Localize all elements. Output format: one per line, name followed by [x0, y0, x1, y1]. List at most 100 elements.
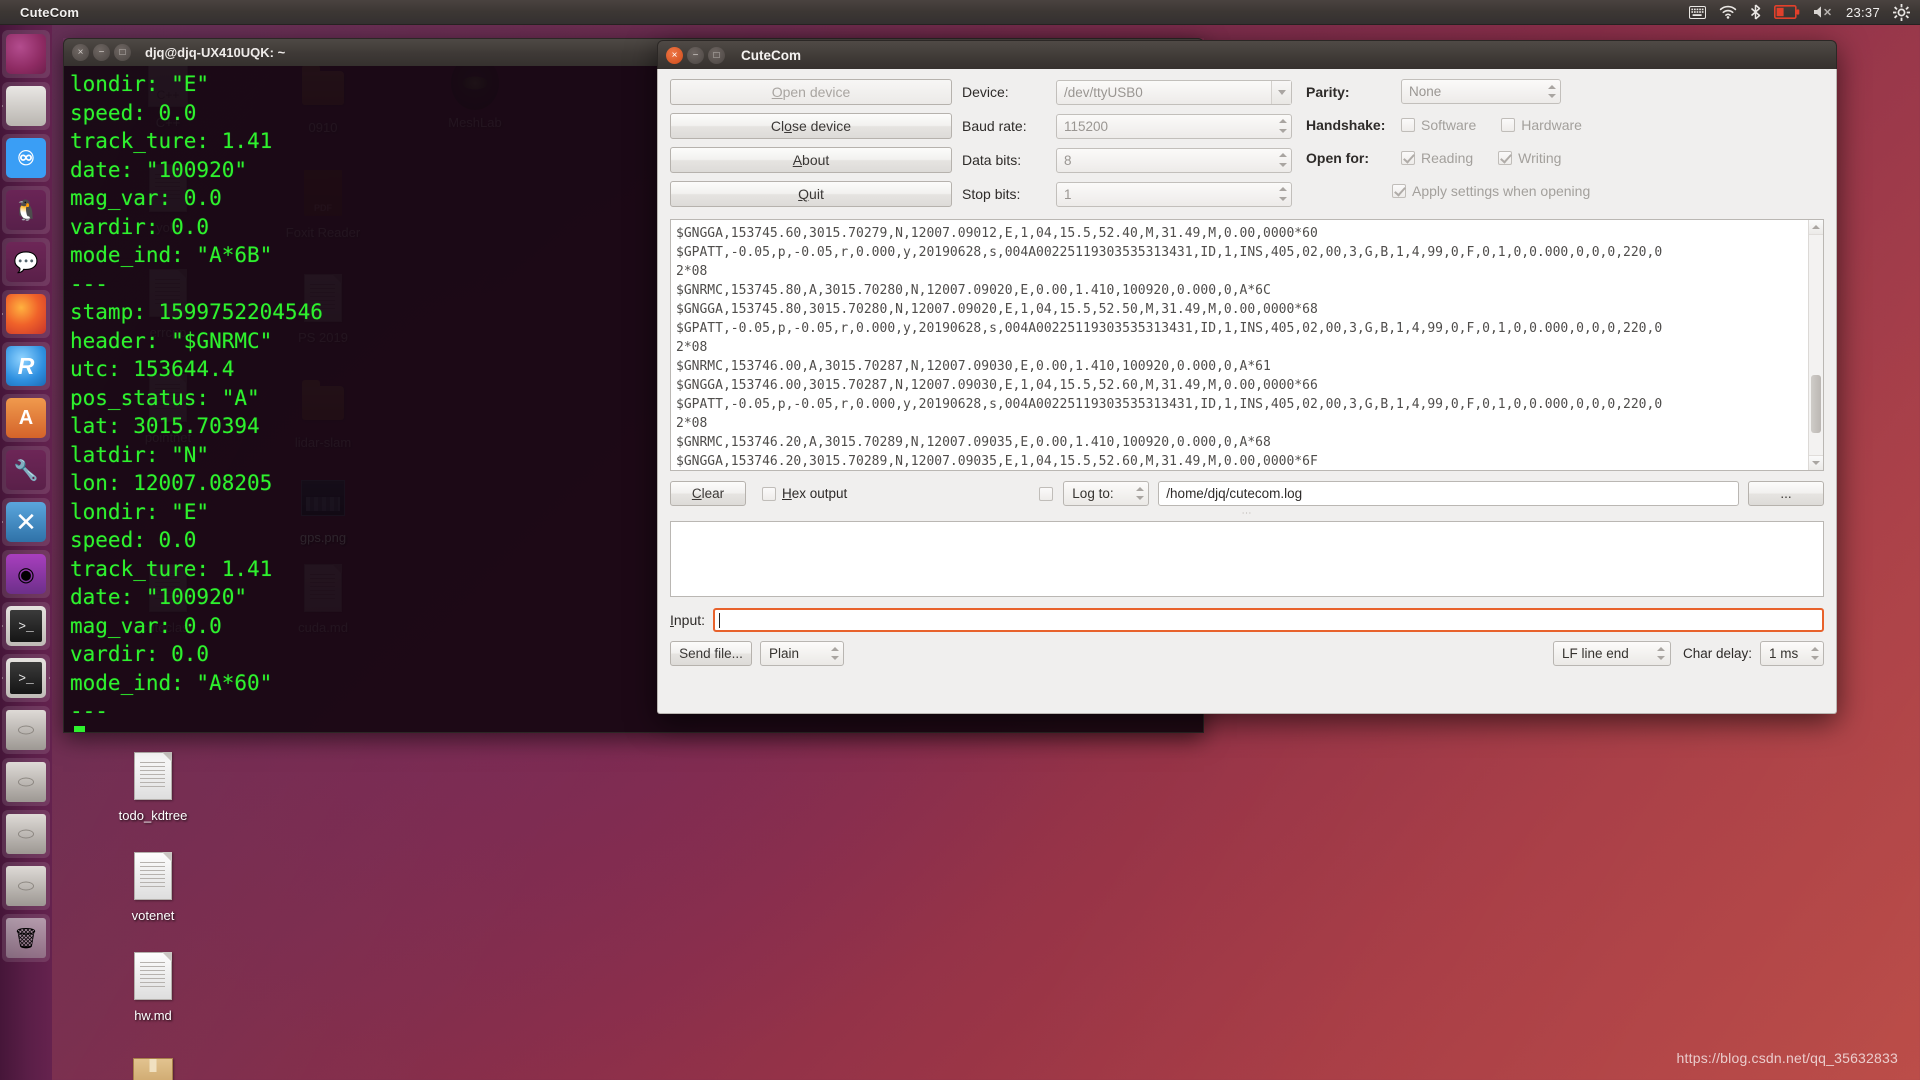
format-combo[interactable]: Plain — [760, 641, 844, 666]
handshake-hardware-checkbox[interactable]: Hardware — [1501, 117, 1582, 133]
baud-rate-row: Baud rate: 115200 — [962, 113, 1292, 139]
char-delay-combo[interactable]: 1 ms — [1760, 641, 1824, 666]
disk-drive-icon — [6, 710, 46, 750]
icon-glyph — [129, 748, 177, 804]
checkbox-checked-icon[interactable] — [1392, 183, 1406, 198]
launcher-item-ubuntu-dash[interactable] — [2, 30, 50, 78]
launcher-item-disk-2[interactable] — [2, 758, 50, 806]
volume-muted-icon[interactable] — [1813, 5, 1833, 19]
qq-penguin-icon: 🐧 — [6, 190, 46, 230]
icon-glyph — [129, 848, 177, 904]
launcher-item-ubuntu-software[interactable]: A — [2, 394, 50, 442]
spinner-icon[interactable] — [1276, 151, 1289, 170]
battery-icon[interactable] — [1773, 5, 1800, 19]
checkbox-icon[interactable] — [762, 486, 776, 501]
clear-button[interactable]: Clear — [670, 481, 746, 506]
terminal-minimize-button[interactable]: − — [93, 44, 110, 61]
panel-app-title[interactable]: CuteCom — [0, 5, 79, 20]
open-for-label: Open for: — [1306, 149, 1369, 166]
open-for-reading-label: Reading — [1421, 149, 1474, 166]
terminal-maximize-button[interactable]: □ — [114, 44, 131, 61]
launcher-item-disk-4[interactable] — [2, 862, 50, 910]
launcher-item-media-player[interactable]: ◉ — [2, 550, 50, 598]
device-value: /dev/ttyUSB0 — [1064, 84, 1143, 100]
log-enable-checkbox[interactable] — [1039, 486, 1054, 501]
launcher-item-firefox[interactable] — [2, 290, 50, 338]
power-gear-icon[interactable] — [1893, 3, 1910, 21]
connection-settings-panel: Open device Close device About Quit Devi… — [670, 79, 1824, 207]
serial-output-panel[interactable]: $GNGGA,153745.60,3015.70279,N,12007.0901… — [670, 219, 1824, 471]
launcher-item-disk-3[interactable] — [2, 810, 50, 858]
launcher-item-system-settings[interactable]: 🔧 — [2, 446, 50, 494]
send-file-button[interactable]: Send file... — [670, 641, 752, 666]
quit-button[interactable]: Quit — [670, 181, 952, 207]
stop-bits-value: 1 — [1064, 186, 1072, 202]
browse-log-button[interactable]: ... — [1748, 481, 1824, 506]
desktop-icon-label: hw.md — [134, 1008, 172, 1023]
media-player-icon: ◉ — [6, 554, 46, 594]
launcher-item-terminal-2[interactable]: >_ — [2, 654, 50, 702]
splitter-grip[interactable]: ⋯ — [670, 508, 1824, 519]
close-device-button[interactable]: Close device — [670, 113, 952, 139]
device-combo[interactable]: /dev/ttyUSB0 — [1056, 79, 1292, 105]
clock[interactable]: 23:37 — [1846, 5, 1880, 20]
hex-output-checkbox[interactable]: Hex output — [762, 486, 847, 501]
launcher-item-visual-studio-code[interactable]: ✕ — [2, 498, 50, 546]
scrollbar-thumb[interactable] — [1811, 375, 1821, 433]
baud-rate-combo[interactable]: 115200 — [1056, 113, 1292, 139]
spinner-icon[interactable] — [1808, 644, 1821, 663]
desktop-icon-votenet[interactable]: votenet — [108, 848, 198, 923]
launcher-item-baidu-netdisk[interactable]: ♾ — [2, 134, 50, 182]
spinner-icon[interactable] — [1133, 484, 1146, 503]
wifi-icon[interactable] — [1719, 5, 1737, 19]
stop-bits-combo[interactable]: 1 — [1056, 181, 1292, 207]
launcher-item-rstudio[interactable]: R — [2, 342, 50, 390]
send-history-area[interactable] — [670, 521, 1824, 597]
open-for-reading-checkbox[interactable]: Reading — [1401, 150, 1473, 166]
desktop-icon-hw-md[interactable]: hw.md — [108, 948, 198, 1023]
bluetooth-icon[interactable] — [1750, 4, 1761, 20]
handshake-software-checkbox[interactable]: Software — [1401, 117, 1476, 133]
keyboard-indicator-icon[interactable] — [1688, 5, 1706, 19]
cutecom-titlebar[interactable]: × − □ CuteCom — [657, 40, 1837, 69]
launcher-item-trash[interactable]: 🗑 — [2, 914, 50, 962]
spinner-icon[interactable] — [1276, 185, 1289, 204]
open-for-writing-checkbox[interactable]: Writing — [1498, 150, 1561, 166]
scroll-up-icon[interactable] — [1809, 220, 1823, 235]
cutecom-window[interactable]: × − □ CuteCom Open device Close device A… — [657, 40, 1837, 714]
cutecom-close-button[interactable]: × — [666, 46, 683, 64]
checkbox-checked-icon[interactable] — [1401, 150, 1415, 165]
spinner-icon[interactable] — [828, 644, 841, 663]
terminal-close-button[interactable]: × — [72, 44, 89, 61]
cutecom-minimize-button[interactable]: − — [687, 46, 704, 64]
launcher-item-wechat[interactable]: 💬 — [2, 238, 50, 286]
launcher-item-disk-1[interactable] — [2, 706, 50, 754]
device-row: Device: /dev/ttyUSB0 — [962, 79, 1292, 105]
desktop-icon-todo-kdtree[interactable]: todo_kdtree — [108, 748, 198, 823]
log-toolbar: Clear Hex output Log to: /home/djq/cutec… — [670, 481, 1824, 506]
log-to-combo[interactable]: Log to: — [1063, 481, 1150, 506]
checkbox-icon[interactable] — [1501, 117, 1516, 132]
apply-settings-checkbox[interactable]: Apply settings when opening — [1392, 183, 1590, 199]
log-path-input[interactable]: /home/djq/cutecom.log — [1158, 481, 1739, 506]
output-scrollbar[interactable] — [1808, 220, 1823, 470]
launcher-item-terminal[interactable]: >_ — [2, 602, 50, 650]
desktop-icon-archive[interactable] — [108, 1048, 198, 1080]
checkbox-checked-icon[interactable] — [1498, 150, 1513, 165]
launcher-item-qq[interactable]: 🐧 — [2, 186, 50, 234]
spinner-icon[interactable] — [1655, 644, 1668, 663]
about-button[interactable]: About — [670, 147, 952, 173]
launcher-item-files[interactable] — [2, 82, 50, 130]
cutecom-maximize-button[interactable]: □ — [708, 46, 725, 64]
system-tray: 23:37 — [1688, 3, 1920, 21]
parity-combo[interactable]: None — [1401, 79, 1561, 104]
checkbox-icon[interactable] — [1401, 117, 1415, 132]
spinner-icon[interactable] — [1276, 117, 1289, 136]
data-bits-combo[interactable]: 8 — [1056, 147, 1292, 173]
line-end-combo[interactable]: LF line end — [1552, 641, 1671, 666]
chevron-down-icon[interactable] — [1271, 80, 1291, 104]
input-field[interactable] — [713, 608, 1824, 632]
open-device-button[interactable]: Open device — [670, 79, 952, 105]
scroll-down-icon[interactable] — [1809, 455, 1823, 470]
spinner-icon[interactable] — [1545, 82, 1558, 101]
